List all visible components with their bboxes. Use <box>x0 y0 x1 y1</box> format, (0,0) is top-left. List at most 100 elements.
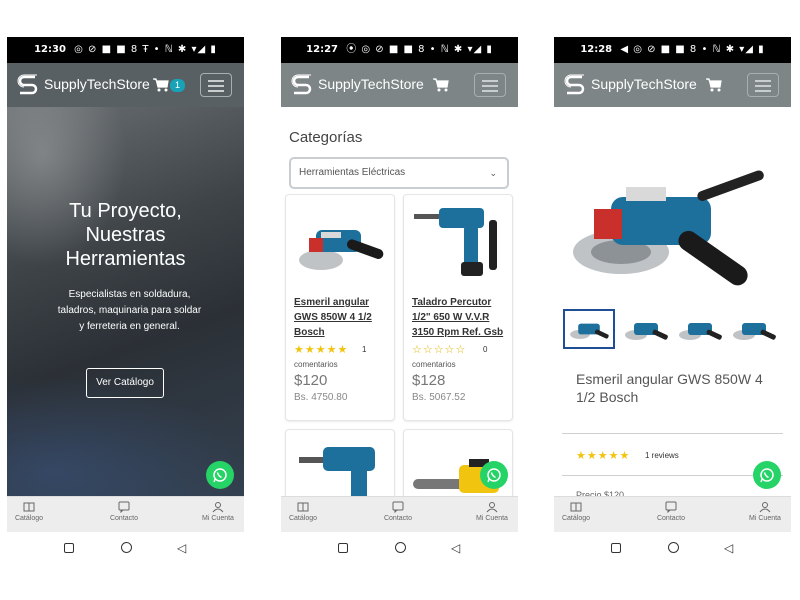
product-title: Esmeril angular GWS 850W 4 1/2 Bosch <box>576 371 763 405</box>
nav-catalog[interactable]: Catálogo <box>287 501 319 522</box>
top-navbar: SupplyTechStore <box>554 63 791 107</box>
home-icon[interactable] <box>668 542 679 553</box>
brand-name[interactable]: SupplyTechStore <box>591 76 697 92</box>
thumbnail-4[interactable] <box>728 309 780 349</box>
nav-contact[interactable]: Contacto <box>653 501 689 522</box>
chat-icon <box>392 501 404 513</box>
status-bar: 12:30 ◎ ⊘ ■ ■ 8 Ŧ • ℕ ✱ ▾◢ ▮ <box>7 37 244 63</box>
system-nav-bar: ◁ <box>281 532 518 564</box>
carousel-indicators[interactable]: ● ● ● ● ● ● <box>649 286 701 292</box>
thumbnail-1[interactable] <box>563 309 615 349</box>
view-catalog-button[interactable]: Ver Catálogo <box>86 368 164 398</box>
category-selected-value: Herramientas Eléctricas <box>299 167 406 178</box>
comments-label: comentarios <box>294 360 338 369</box>
nav-contact-label: Contacto <box>109 515 139 522</box>
rating-count: 0 <box>483 345 488 354</box>
cart-icon[interactable] <box>152 76 170 94</box>
user-icon <box>486 502 498 513</box>
hero-title: Tu Proyecto, Nuestras Herramientas <box>65 200 186 270</box>
logo-s-icon[interactable] <box>289 72 315 98</box>
divider <box>562 475 783 476</box>
product-card[interactable]: Taladro Percutor 1/2" 650 W V.V.R 3150 R… <box>403 194 513 421</box>
bottom-nav: Catálogo Contacto Mi Cuenta <box>281 496 518 532</box>
hamburger-icon[interactable] <box>747 73 779 97</box>
nav-catalog-label: Catálogo <box>561 515 591 522</box>
overview-icon[interactable] <box>338 543 348 553</box>
user-icon <box>212 502 224 513</box>
book-icon <box>297 502 309 512</box>
divider <box>562 433 783 434</box>
cart-icon[interactable] <box>705 76 723 94</box>
chat-icon <box>665 501 677 513</box>
status-icons: ⦿ ◎ ⊘ ■ ■ 8 • ℕ ✱ ▾◢ ▮ <box>346 44 493 55</box>
cart-icon[interactable] <box>432 76 450 94</box>
status-bar: 12:27 ⦿ ◎ ⊘ ■ ■ 8 • ℕ ✱ ▾◢ ▮ <box>281 37 518 63</box>
nav-catalog[interactable]: Catálogo <box>560 501 592 522</box>
chevron-down-icon: ⌄ <box>489 168 497 178</box>
nav-account[interactable]: Mi Cuenta <box>471 501 513 522</box>
whatsapp-icon[interactable] <box>206 461 234 489</box>
nav-catalog-label: Catálogo <box>14 515 44 522</box>
product-card[interactable]: Esmeril angular GWS 850W 4 1/2 Bosch ★★★… <box>285 194 395 421</box>
brand-name[interactable]: SupplyTechStore <box>318 76 424 92</box>
price-bs: Bs. 5067.52 <box>412 392 466 403</box>
bottom-nav: Catálogo Contacto Mi Cuenta <box>554 496 791 532</box>
user-icon <box>759 502 771 513</box>
reviews-count[interactable]: 1 reviews <box>645 451 679 460</box>
hamburger-icon[interactable] <box>200 73 232 97</box>
rating-stars: ★★★★★ <box>576 450 631 462</box>
back-icon[interactable]: ◁ <box>177 541 186 555</box>
top-navbar: SupplyTechStore 1 <box>7 63 244 107</box>
rating-count: 1 <box>362 345 367 354</box>
price-bs: Bs. 4750.80 <box>294 392 348 403</box>
hero-subtitle: Especialistas en soldadura, taladros, ma… <box>57 289 202 332</box>
system-nav-bar: ◁ <box>554 532 791 564</box>
logo-s-icon[interactable] <box>562 72 588 98</box>
brand-name[interactable]: SupplyTechStore <box>44 76 150 92</box>
status-bar: 12:28 ◀ ◎ ⊘ ■ ■ 8 • ℕ ✱ ▾◢ ▮ <box>554 37 791 63</box>
thumbnail-3[interactable] <box>674 309 726 349</box>
nav-account[interactable]: Mi Cuenta <box>744 501 786 522</box>
home-icon[interactable] <box>395 542 406 553</box>
nav-catalog[interactable]: Catálogo <box>13 501 45 522</box>
nav-account-label: Mi Cuenta <box>749 515 781 522</box>
home-icon[interactable] <box>121 542 132 553</box>
whatsapp-icon[interactable] <box>753 461 781 489</box>
nav-contact-label: Contacto <box>383 515 413 522</box>
back-icon[interactable]: ◁ <box>724 541 733 555</box>
nav-catalog-label: Catálogo <box>288 515 318 522</box>
status-icons: ◀ ◎ ⊘ ■ ■ 8 • ℕ ✱ ▾◢ ▮ <box>620 44 765 55</box>
book-icon <box>570 502 582 512</box>
nav-contact[interactable]: Contacto <box>106 501 142 522</box>
back-icon[interactable]: ◁ <box>451 541 460 555</box>
system-nav-bar: ◁ <box>7 532 244 564</box>
status-time: 12:28 <box>580 44 613 55</box>
product-name[interactable]: Esmeril angular GWS 850W 4 1/2 Bosch <box>294 295 390 340</box>
status-time: 12:30 <box>34 44 66 55</box>
cart-count-badge: 1 <box>170 79 185 92</box>
nav-contact[interactable]: Contacto <box>380 501 416 522</box>
thumbnail-2[interactable] <box>620 309 672 349</box>
price-usd: $120 <box>294 372 328 389</box>
category-select[interactable]: Herramientas Eléctricas ⌄ <box>289 157 509 189</box>
bottom-nav: Catálogo Contacto Mi Cuenta <box>7 496 244 532</box>
top-navbar: SupplyTechStore <box>281 63 518 107</box>
nav-account[interactable]: Mi Cuenta <box>197 501 239 522</box>
nav-account-label: Mi Cuenta <box>202 515 234 522</box>
drill-image <box>414 208 497 276</box>
phone-screen-home: 12:30 ◎ ⊘ ■ ■ 8 Ŧ • ℕ ✱ ▾◢ ▮ Tu Proyecto… <box>7 37 244 564</box>
hamburger-icon[interactable] <box>474 73 506 97</box>
hero-banner: Tu Proyecto, Nuestras Herramientas Espec… <box>7 107 244 496</box>
overview-icon[interactable] <box>64 543 74 553</box>
phone-screen-catalog: 12:27 ⦿ ◎ ⊘ ■ ■ 8 • ℕ ✱ ▾◢ ▮ SupplyTechS… <box>281 37 518 564</box>
book-icon <box>23 502 35 512</box>
product-name[interactable]: Taladro Percutor 1/2" 650 W V.V.R 3150 R… <box>412 295 508 340</box>
status-time: 12:27 <box>306 44 338 55</box>
whatsapp-icon[interactable] <box>480 461 508 489</box>
price-usd: $128 <box>412 372 446 389</box>
logo-s-icon[interactable] <box>15 72 41 98</box>
overview-icon[interactable] <box>611 543 621 553</box>
phone-screen-product: 12:28 ◀ ◎ ⊘ ■ ■ 8 • ℕ ✱ ▾◢ ▮ SupplyTechS… <box>554 37 791 564</box>
nav-contact-label: Contacto <box>656 515 686 522</box>
chat-icon <box>118 501 130 513</box>
